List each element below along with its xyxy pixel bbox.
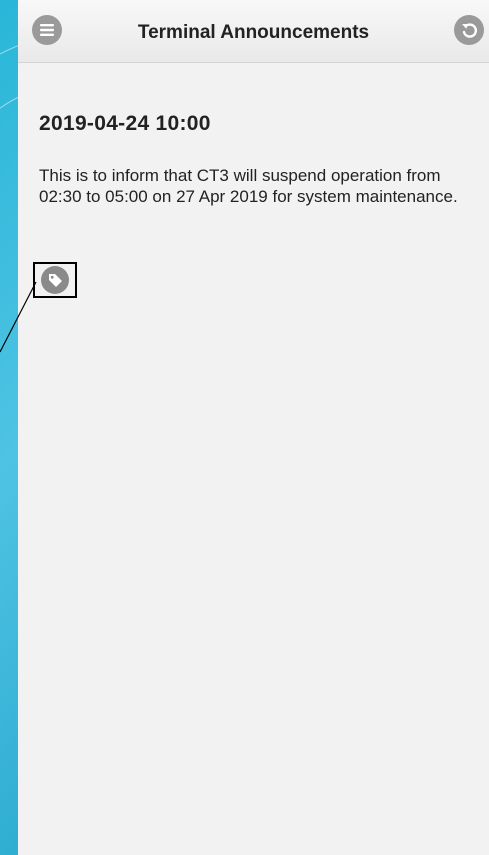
app-header: Terminal Announcements [18, 0, 489, 63]
menu-button[interactable] [32, 15, 62, 45]
announcement-message: This is to inform that CT3 will suspend … [39, 166, 458, 206]
tag-icon-badge [41, 266, 69, 294]
announcements-panel: Terminal Announcements 2019-04-24 10:00 … [18, 0, 489, 855]
menu-icon [40, 24, 54, 36]
back-button[interactable] [454, 15, 484, 45]
page-title: Terminal Announcements [137, 22, 370, 43]
announcement-datetime: 2019-04-24 10:00 [39, 112, 211, 135]
tag-button[interactable] [33, 262, 77, 298]
tag-icon [49, 274, 62, 287]
back-icon [462, 23, 478, 38]
